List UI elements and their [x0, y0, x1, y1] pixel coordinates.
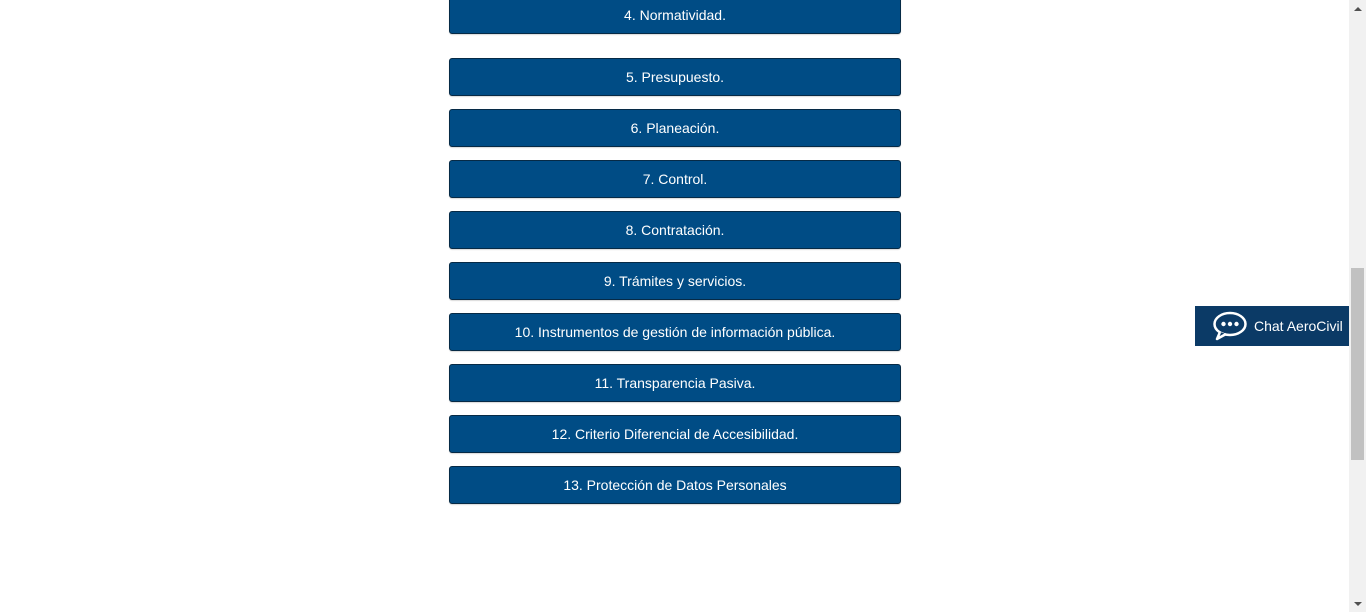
menu-button-label: 9. Trámites y servicios. [603, 273, 747, 289]
menu-button-label: 8. Contratación. [625, 222, 725, 238]
page: 4. Normatividad. 5. Presupuesto. 6. Plan… [0, 0, 1366, 612]
menu-button-label: 5. Presupuesto. [625, 69, 725, 85]
menu-button-label: 10. Instrumentos de gestión de informaci… [514, 324, 836, 340]
menu-button-presupuesto[interactable]: 5. Presupuesto. [449, 58, 901, 96]
menu-button-normatividad[interactable]: 4. Normatividad. [449, 0, 901, 34]
menu-button-label: 12. Criterio Diferencial de Accesibilida… [551, 426, 799, 442]
scroll-up-arrow-icon[interactable] [1349, 0, 1366, 17]
chat-aerocivil-button[interactable]: Chat AeroCivil [1195, 306, 1365, 346]
chat-bubble-icon [1212, 311, 1248, 341]
menu-button-planeacion[interactable]: 6. Planeación. [449, 109, 901, 147]
vertical-scrollbar[interactable] [1349, 0, 1366, 612]
chat-label: Chat AeroCivil [1254, 318, 1343, 334]
menu-button-label: 11. Transparencia Pasiva. [594, 375, 756, 391]
menu-button-accesibilidad[interactable]: 12. Criterio Diferencial de Accesibilida… [449, 415, 901, 453]
menu-button-transparencia-pasiva[interactable]: 11. Transparencia Pasiva. [449, 364, 901, 402]
scrollbar-thumb[interactable] [1351, 268, 1364, 460]
menu-button-label: 4. Normatividad. [624, 7, 726, 23]
menu-button-contratacion[interactable]: 8. Contratación. [449, 211, 901, 249]
menu-button-datos-personales[interactable]: 13. Protección de Datos Personales [449, 466, 901, 504]
menu-button-tramites[interactable]: 9. Trámites y servicios. [449, 262, 901, 300]
menu-button-label: 7. Control. [642, 171, 708, 187]
scroll-down-arrow-icon[interactable] [1349, 595, 1366, 612]
menu-button-instrumentos[interactable]: 10. Instrumentos de gestión de informaci… [449, 313, 901, 351]
menu-button-label: 6. Planeación. [630, 120, 720, 136]
menu-button-control[interactable]: 7. Control. [449, 160, 901, 198]
menu-button-label: 13. Protección de Datos Personales [563, 477, 787, 493]
